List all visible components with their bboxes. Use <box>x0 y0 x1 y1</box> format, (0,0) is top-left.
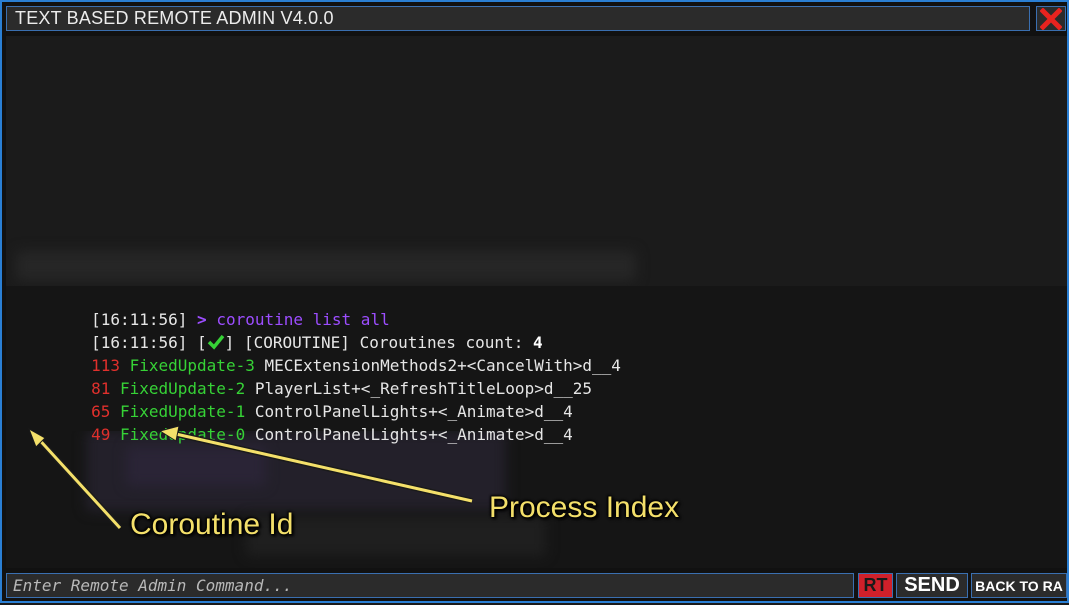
blurred-background-band <box>16 251 636 281</box>
close-x-icon <box>1040 7 1062 30</box>
command-input[interactable] <box>6 573 854 598</box>
coroutine-id: 49 <box>91 425 111 444</box>
window-title: TEXT BASED REMOTE ADMIN V4.0.0 <box>15 8 334 28</box>
back-to-ra-button[interactable]: BACK TO RA <box>971 573 1067 598</box>
coroutine-name: ControlPanelLights+<_Animate>d__4 <box>254 425 573 444</box>
console-output[interactable]: [16:11:56] > coroutine list all [16:11:5… <box>6 36 1067 568</box>
coroutine-row: 49 FixedUpdate-0 ControlPanelLights+<_An… <box>14 406 573 463</box>
close-button[interactable] <box>1036 6 1066 31</box>
title-bar: TEXT BASED REMOTE ADMIN V4.0.0 <box>6 6 1030 31</box>
rt-button[interactable]: RT <box>858 573 893 598</box>
log-area: [16:11:56] > coroutine list all [16:11:5… <box>6 286 1067 444</box>
remote-admin-window: TEXT BASED REMOTE ADMIN V4.0.0 [16:11:56… <box>0 0 1069 603</box>
process-index: FixedUpdate-0 <box>119 425 246 444</box>
blurred-background <box>6 36 1067 286</box>
annotation-process-index: Process Index <box>489 491 680 524</box>
annotation-coroutine-id: Coroutine Id <box>130 508 294 541</box>
send-button[interactable]: SEND <box>896 573 968 598</box>
